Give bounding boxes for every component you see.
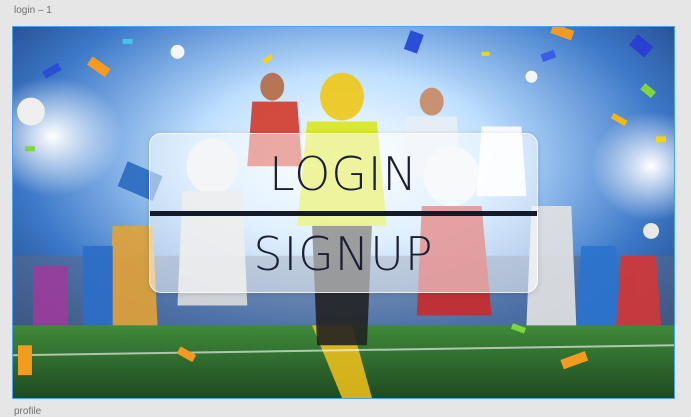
panel-divider — [150, 211, 537, 216]
login-artboard[interactable]: LOGIN SIGNUP — [12, 26, 675, 399]
auth-panel: LOGIN SIGNUP — [149, 133, 538, 293]
signup-button[interactable]: SIGNUP — [150, 224, 537, 284]
artboard-title-login[interactable]: login – 1 — [14, 5, 52, 16]
login-button[interactable]: LOGIN — [150, 144, 537, 204]
artboard-title-profile[interactable]: profile — [14, 406, 41, 417]
